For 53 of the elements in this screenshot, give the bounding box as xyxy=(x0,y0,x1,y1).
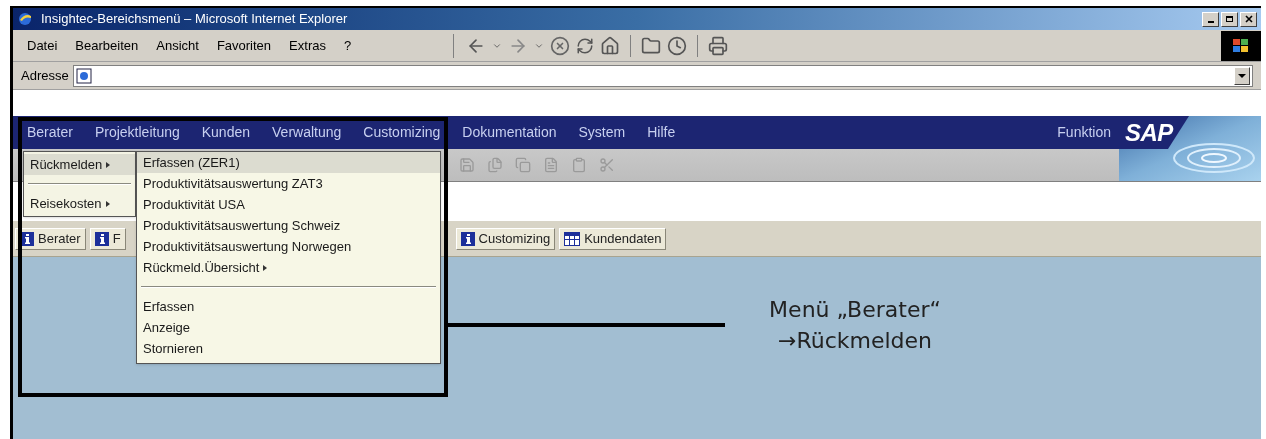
menu-item[interactable]: Customizing xyxy=(363,122,441,143)
menu-item[interactable]: Projektleitung xyxy=(94,122,180,143)
info-icon xyxy=(460,231,475,246)
menu-item[interactable]: System xyxy=(578,122,626,143)
browser-icon xyxy=(17,11,33,27)
folder-icon[interactable] xyxy=(641,35,661,56)
close-icon xyxy=(1244,15,1253,23)
menu-item[interactable]: Stornieren xyxy=(137,338,440,359)
menu-item[interactable]: Datei xyxy=(27,35,58,56)
menu-item[interactable]: Hilfe xyxy=(647,122,676,143)
menu-item[interactable]: Favoriten xyxy=(216,35,272,56)
refresh-icon[interactable] xyxy=(576,36,594,55)
menu-item[interactable]: Rückmelden xyxy=(24,154,135,175)
toolbar-button[interactable]: Berater xyxy=(15,227,86,250)
menu-item[interactable]: Produktivitätsauswertung ZAT3 xyxy=(137,173,440,194)
dropdown-button[interactable] xyxy=(1234,66,1250,85)
page-icon xyxy=(75,67,92,84)
minimize-button[interactable] xyxy=(1202,11,1219,27)
menu-item[interactable]: Erfassen xyxy=(137,296,440,317)
menu-item[interactable]: Extras xyxy=(289,35,326,56)
menu-item[interactable]: Verwaltung xyxy=(272,122,342,143)
print-icon[interactable] xyxy=(708,35,728,56)
restore-button[interactable] xyxy=(1221,11,1238,27)
menu-item[interactable]: Erfassen (ZER1) xyxy=(137,152,440,173)
menu-item[interactable]: Anzeige xyxy=(137,317,440,338)
menu-item[interactable]: Berater xyxy=(27,122,73,143)
window-title: Insightec-Bereichsmenü – Microsoft Internet Explorer xyxy=(41,10,348,29)
menu-item[interactable]: Reisekosten xyxy=(24,193,135,214)
toolbar-button[interactable]: F xyxy=(89,227,126,250)
annotation-text: →Rückmelden xyxy=(777,327,932,355)
menu-item[interactable]: Ansicht xyxy=(156,35,199,56)
address-field[interactable] xyxy=(72,64,1253,87)
annotation-text: Menü „Berater“ xyxy=(769,296,941,324)
history-icon[interactable] xyxy=(667,35,687,56)
info-icon xyxy=(94,231,109,246)
menu-item[interactable]: Dokumentation xyxy=(462,122,557,143)
menu-item[interactable]: Kunden xyxy=(201,122,251,143)
sap-logo: SAP xyxy=(1119,116,1189,149)
menu-item[interactable]: Produktivität USA xyxy=(137,194,440,215)
menu-item[interactable]: ? xyxy=(343,35,352,56)
toolbar-button[interactable]: Kundendaten xyxy=(559,227,667,250)
stop-icon[interactable] xyxy=(550,35,570,56)
home-icon[interactable] xyxy=(600,35,620,56)
menu-item[interactable]: Produktivitätsauswertung Schweiz xyxy=(137,215,440,236)
address-label: Adresse xyxy=(21,66,69,85)
menu-item[interactable]: Rückmeld.Übersicht xyxy=(137,257,440,278)
toolbar-button[interactable]: Customizing xyxy=(455,227,556,250)
close-button[interactable] xyxy=(1240,11,1257,27)
menu-item[interactable]: Bearbeiten xyxy=(75,35,139,56)
clipboard-icon[interactable] xyxy=(571,157,587,173)
menu-item[interactable]: Produktivitätsauswertung Norwegen xyxy=(137,236,440,257)
function-label: Funktion xyxy=(1057,123,1111,142)
table-icon xyxy=(564,231,581,246)
